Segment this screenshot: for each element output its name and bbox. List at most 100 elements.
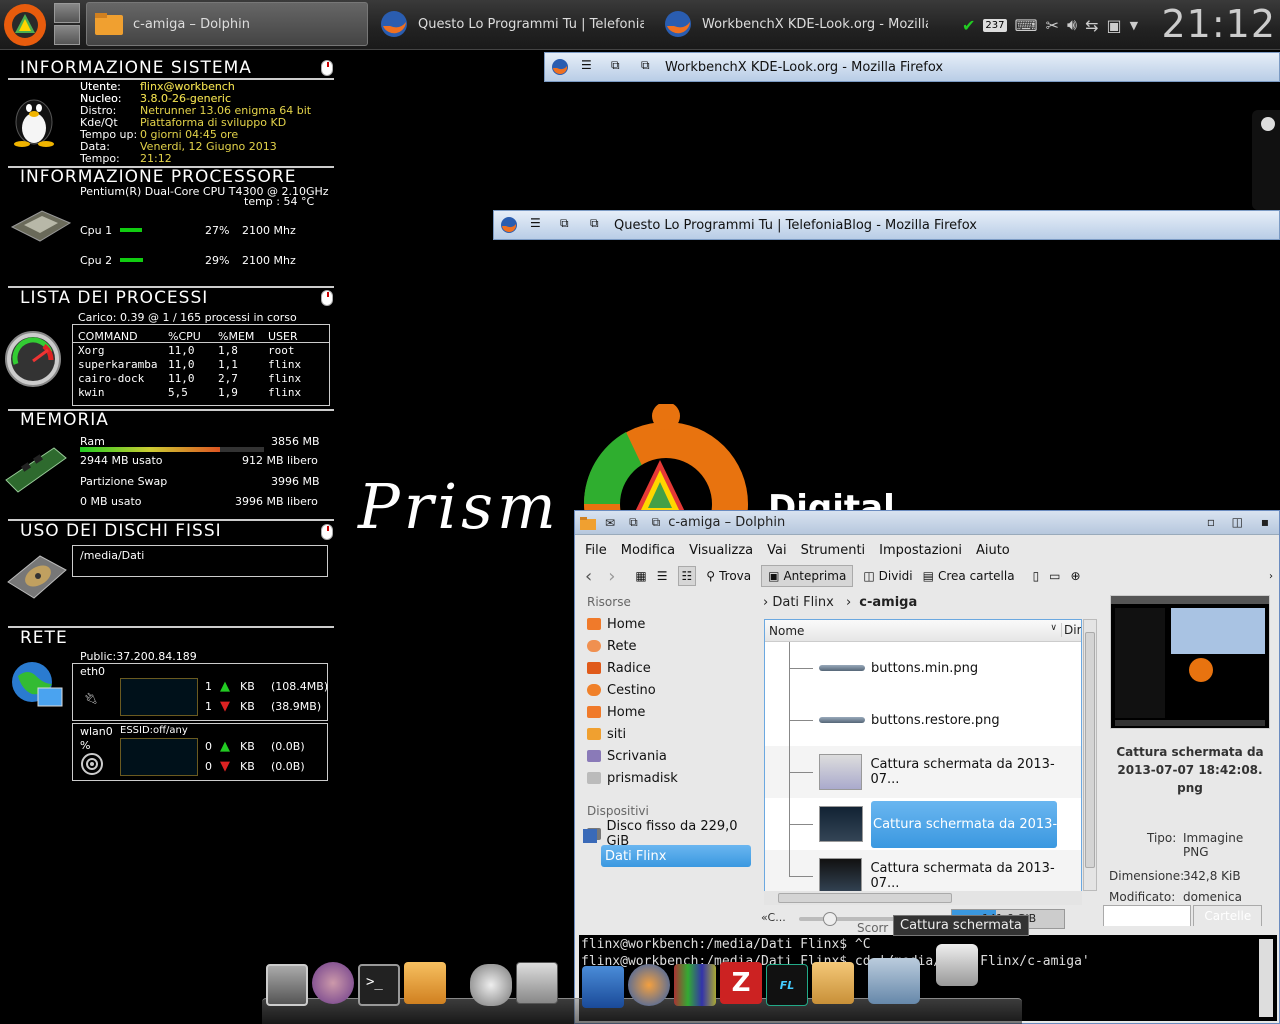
close-icon[interactable]: ▪ (1261, 515, 1269, 529)
menu-tools[interactable]: Strumenti (801, 543, 866, 558)
file-row[interactable]: Cattura schermata da 2013-07... (765, 746, 1081, 798)
menu-icon[interactable]: ✉ (605, 516, 615, 530)
tab-cartelle[interactable]: Cartelle (1193, 905, 1263, 926)
tab-informazioni[interactable]: Informazioni (1103, 905, 1192, 926)
mail-badge-icon[interactable]: 237 (983, 18, 1007, 32)
keyboard-icon[interactable]: ⌨ (1015, 16, 1038, 35)
col-name[interactable]: Nome (769, 624, 804, 638)
find-button[interactable]: ⚲ Trova (706, 569, 751, 583)
dolphin-dock-icon[interactable] (404, 962, 446, 1004)
breadcrumb-current[interactable]: c-amiga (859, 595, 917, 610)
details-view-button[interactable]: ☷ (677, 566, 697, 586)
scrollbar-thumb[interactable] (1085, 632, 1095, 868)
keep-above-icon[interactable]: ⧉ (590, 216, 608, 234)
place-desktop[interactable]: Scrivania (579, 745, 759, 767)
info-scrollbar[interactable] (1261, 829, 1271, 919)
forward-button[interactable]: › (608, 566, 615, 587)
freeline-icon[interactable]: FL (766, 964, 808, 1006)
task-dolphin[interactable]: c-amiga – Dolphin (86, 2, 368, 46)
pager-desktop-2[interactable] (54, 25, 80, 45)
place-home-2[interactable]: Home (579, 701, 759, 723)
clock[interactable]: 21:12 (1161, 2, 1276, 46)
desktop-show-icon[interactable] (266, 964, 308, 1006)
minimize-icon[interactable]: ▫ (1207, 515, 1215, 529)
menu-help[interactable]: Aiuto (976, 543, 1010, 558)
horizontal-scrollbar[interactable] (764, 891, 1082, 905)
update-ok-icon[interactable]: ✔ (962, 16, 975, 35)
device-harddisk[interactable]: Disco fisso da 229,0 GiB (579, 819, 759, 849)
paste-button[interactable]: ▭ (1049, 569, 1060, 583)
maximize-icon[interactable]: ◫ (1232, 515, 1243, 529)
menu-settings[interactable]: Impostazioni (879, 543, 962, 558)
keep-above-icon[interactable]: ⧉ (641, 58, 659, 76)
toolbar-overflow-icon[interactable]: › (1269, 571, 1273, 582)
place-home[interactable]: Home (579, 613, 759, 635)
books-icon[interactable] (674, 964, 716, 1006)
tray-expand-icon[interactable]: ▼ (1130, 19, 1138, 32)
place-prismadisk[interactable]: prismadisk (579, 767, 759, 789)
task-firefox-kdelook[interactable]: WorkbenchX KDE-Look.org - Mozilla Firef (656, 2, 928, 46)
place-label: Radice (607, 660, 651, 676)
zoom-slider-handle[interactable] (823, 912, 837, 926)
dolphin-titlebar[interactable]: ✉ ⧉ ⧉ c-amiga – Dolphin ▫ ◫ ▪ (575, 511, 1279, 535)
info-size-key: Dimensione: (1109, 869, 1185, 883)
gimp-icon[interactable] (470, 964, 512, 1006)
eth-dn-n: 1 (205, 700, 212, 713)
network-icon[interactable]: ⇆ (1085, 16, 1098, 35)
icons-view-button[interactable]: ▦ (635, 569, 646, 583)
menu-edit[interactable]: Modifica (621, 543, 675, 558)
split-button[interactable]: ◫ Dividi (863, 569, 912, 583)
side-widget[interactable] (1252, 110, 1280, 210)
volume-icon[interactable]: 🔊︎ (1067, 15, 1077, 35)
menu-icon[interactable]: ☰ (581, 58, 599, 76)
keep-above-icon[interactable]: ⧉ (652, 515, 661, 530)
filezilla-icon[interactable]: Z (720, 962, 762, 1004)
network-icon (587, 640, 601, 652)
camera-icon[interactable] (936, 944, 978, 986)
zoom-button[interactable]: ⊕ (1071, 569, 1081, 583)
archive-icon[interactable] (812, 962, 854, 1004)
new-folder-button[interactable]: ▤ Crea cartella (923, 569, 1015, 583)
kde-menu-icon[interactable] (312, 962, 354, 1004)
terminal-scrollbar[interactable] (1259, 939, 1273, 1017)
firefox-dock-icon[interactable] (628, 964, 670, 1006)
proc-cell: flinx (268, 358, 302, 371)
cpu-core-name: Cpu 1 (80, 224, 113, 237)
place-trash[interactable]: Cestino (579, 679, 759, 701)
menu-file[interactable]: File (585, 543, 607, 558)
proc-cell: 2,7 (218, 372, 238, 385)
scissors-icon[interactable]: ✂ (1046, 16, 1059, 35)
calculator-icon[interactable] (516, 962, 558, 1004)
pager-desktop-1[interactable] (54, 3, 80, 23)
scrollbar-thumb[interactable] (778, 893, 952, 903)
windows-icon[interactable]: ⧉ (560, 216, 578, 234)
place-root[interactable]: Radice (579, 657, 759, 679)
app-launcher-icon[interactable] (2, 2, 48, 48)
menu-icon[interactable]: ☰ (530, 216, 548, 234)
device-icon[interactable]: ▣ (1107, 16, 1122, 35)
place-network[interactable]: Rete (579, 635, 759, 657)
file-row[interactable]: buttons.min.png (765, 642, 1081, 694)
file-row[interactable]: buttons.restore.png (765, 694, 1081, 746)
windows-icon[interactable]: ⧉ (629, 515, 638, 530)
menu-view[interactable]: Visualizza (689, 543, 753, 558)
back-button[interactable]: ‹ (585, 566, 592, 587)
chevron-down-icon[interactable]: ∨ (1050, 623, 1057, 633)
vertical-scrollbar[interactable] (1083, 619, 1097, 891)
mouse-icon (321, 290, 333, 306)
breadcrumb-parent[interactable]: Dati Flinx (772, 595, 833, 610)
files-stack-icon[interactable] (868, 958, 920, 1004)
terminal-icon[interactable]: >_ (358, 964, 400, 1006)
compact-view-button[interactable]: ☰ (657, 569, 668, 583)
place-siti[interactable]: siti (579, 723, 759, 745)
menu-go[interactable]: Vai (767, 543, 786, 558)
preview-button[interactable]: ▣ Anteprima (761, 565, 854, 587)
windows-icon[interactable]: ⧉ (611, 58, 629, 76)
file-row-selected[interactable]: Cattura schermata da 2013-07... (765, 798, 1081, 850)
app-icon-blue[interactable] (582, 966, 624, 1008)
col-dir[interactable]: Dir (1061, 623, 1081, 637)
firefox-window-kdelook[interactable]: ☰ ⧉ ⧉ WorkbenchX KDE-Look.org - Mozilla … (544, 52, 1280, 82)
panel-button[interactable]: ▯ (1033, 569, 1040, 583)
task-firefox-telefoniablog[interactable]: Questo Lo Programmi Tu | TelefoniaBlog (372, 2, 644, 46)
firefox-window-telefoniablog[interactable]: ☰ ⧉ ⧉ Questo Lo Programmi Tu | Telefonia… (493, 210, 1280, 240)
